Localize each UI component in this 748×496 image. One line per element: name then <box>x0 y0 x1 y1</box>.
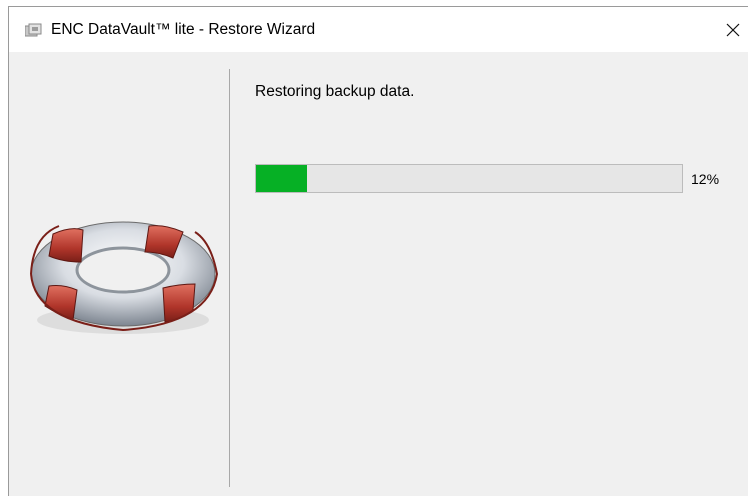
lifebuoy-icon <box>30 221 219 334</box>
restore-progress-bar <box>255 164 683 193</box>
close-icon <box>726 23 740 36</box>
restore-wizard-window: ENC DataVault™ lite - Restore Wizard Res… <box>8 6 748 496</box>
panel-divider <box>229 69 230 487</box>
wizard-image-panel <box>9 52 229 496</box>
window-title: ENC DataVault™ lite - Restore Wizard <box>51 21 316 38</box>
close-button[interactable] <box>710 7 748 52</box>
restore-status-text: Restoring backup data. <box>255 83 415 100</box>
progress-percent-label: 12% <box>691 171 720 187</box>
app-icon <box>24 23 43 37</box>
progress-fill <box>256 165 308 192</box>
title-bar[interactable]: ENC DataVault™ lite - Restore Wizard <box>9 7 748 52</box>
